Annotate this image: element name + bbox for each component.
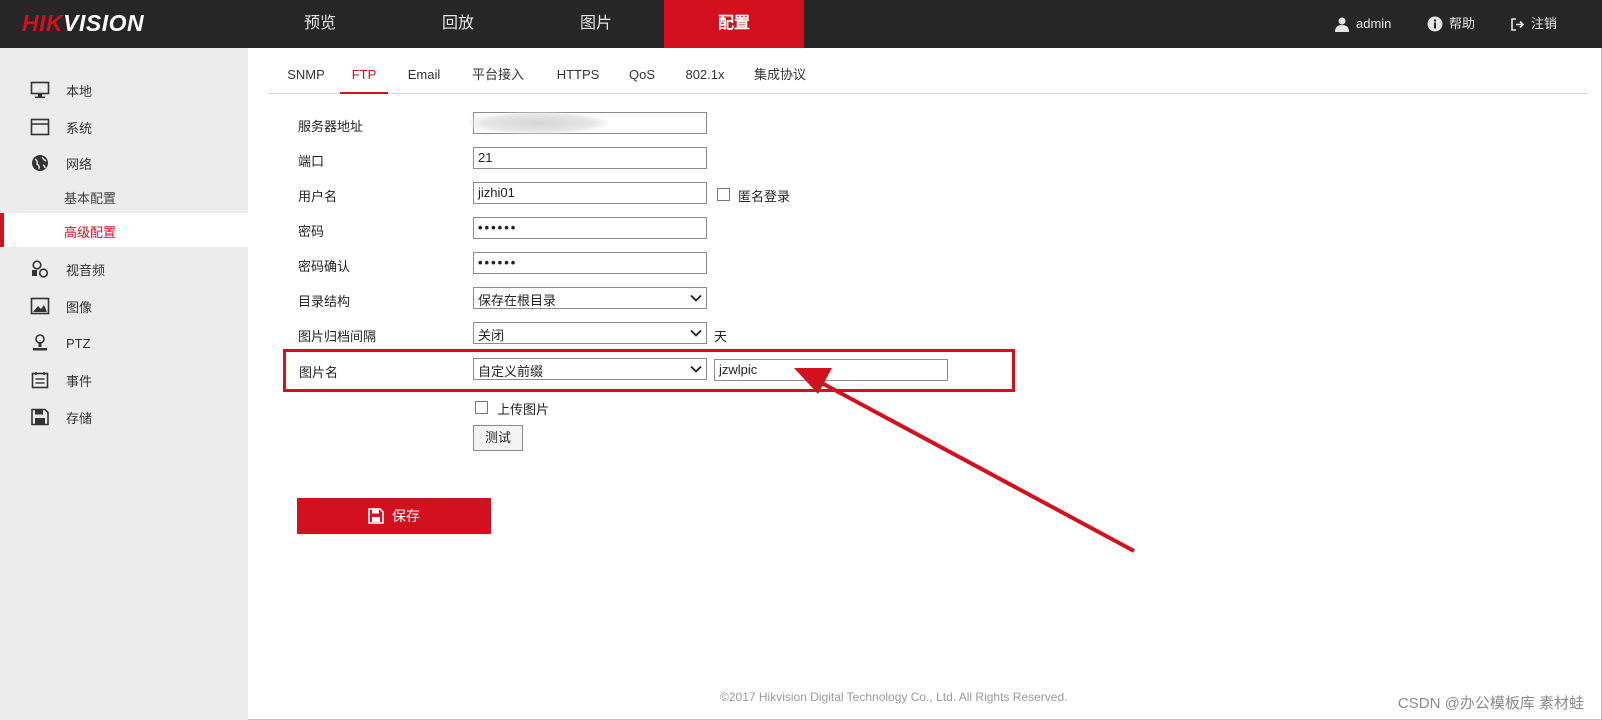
sidebar-item-image[interactable]: 图像: [0, 288, 248, 324]
sidebar-item-label: 系统: [66, 120, 93, 136]
ptz-icon: [33, 334, 47, 351]
sidebar-item-label: 图像: [66, 299, 93, 315]
system-icon: [30, 118, 50, 136]
globe-icon: [32, 155, 48, 171]
archive-interval-select[interactable]: 关闭: [473, 322, 707, 344]
redacted-server-address: [468, 112, 608, 134]
sidebar-item-system[interactable]: 系统: [0, 109, 248, 145]
archive-interval-label: 图片归档间隔: [298, 329, 377, 344]
tab-8021x[interactable]: 802.1x: [680, 64, 730, 94]
username-input[interactable]: jizhi01: [473, 182, 707, 204]
tab-integration-protocol[interactable]: 集成协议: [748, 64, 812, 94]
sidebar-item-label: 本地: [66, 83, 93, 99]
nav-playback[interactable]: 回放: [388, 0, 528, 48]
save-icon: [368, 508, 384, 524]
image-icon: [30, 297, 50, 315]
sidebar-item-video-audio[interactable]: 视音频: [0, 251, 248, 287]
csdn-watermark: CSDN @办公模板库 素材蛙: [1397, 695, 1584, 712]
sidebar-subitem-advanced-config[interactable]: 高级配置: [0, 213, 248, 247]
event-icon: [31, 372, 49, 389]
sidebar-item-label: 存储: [66, 410, 93, 426]
password-input[interactable]: ••••••: [473, 217, 707, 239]
picture-name-mode-select[interactable]: 自定义前缀: [473, 358, 707, 380]
tab-qos[interactable]: QoS: [622, 64, 662, 94]
upload-picture-checkbox[interactable]: [475, 401, 488, 414]
sidebar-subitem-basic-config[interactable]: 基本配置: [0, 179, 248, 213]
sidebar-item-label: 视音频: [66, 262, 106, 278]
chevron-down-icon: [690, 365, 702, 373]
nav-configuration[interactable]: 配置: [664, 0, 804, 48]
save-button[interactable]: 保存: [297, 498, 491, 534]
sidebar-item-label: 网络: [66, 156, 93, 172]
tab-snmp[interactable]: SNMP: [282, 64, 330, 94]
tab-platform-access[interactable]: 平台接入: [468, 64, 528, 94]
tab-ftp[interactable]: FTP: [340, 64, 388, 94]
sidebar-item-label: PTZ: [66, 335, 91, 351]
chevron-down-icon: [690, 329, 702, 337]
upload-picture-label: 上传图片: [497, 402, 550, 417]
anonymous-login-checkbox[interactable]: [717, 188, 730, 201]
media-icon: [32, 260, 49, 278]
picture-name-label: 图片名: [299, 365, 339, 380]
nav-picture[interactable]: 图片: [526, 0, 666, 48]
logout-label: 注销: [1531, 16, 1558, 31]
tab-email[interactable]: Email: [402, 64, 446, 94]
sidebar: 本地 系统 网络 基本配置 高级配置 视音频 图像 PTZ 事件 存储: [0, 48, 248, 720]
anonymous-login-label: 匿名登录: [738, 189, 791, 204]
info-icon: [1427, 16, 1443, 32]
config-tabs: SNMP FTP Email 平台接入 HTTPS QoS 802.1x 集成协…: [268, 64, 1588, 94]
help-label: 帮助: [1449, 16, 1476, 31]
monitor-icon: [30, 81, 50, 99]
directory-structure-label: 目录结构: [298, 294, 351, 309]
sidebar-item-storage[interactable]: 存储: [0, 399, 248, 435]
storage-icon: [31, 408, 49, 426]
chevron-down-icon: [690, 294, 702, 302]
copyright-footer: ©2017 Hikvision Digital Technology Co., …: [720, 690, 1068, 704]
username-label: admin: [1356, 16, 1392, 31]
username-label: 用户名: [298, 189, 338, 204]
password-confirm-input[interactable]: ••••••: [473, 252, 707, 274]
user-icon: [1335, 17, 1349, 32]
test-button[interactable]: 测试: [473, 425, 523, 451]
tab-https[interactable]: HTTPS: [552, 64, 604, 94]
port-label: 端口: [298, 154, 325, 169]
logout-link[interactable]: 注销: [1510, 0, 1557, 48]
save-button-label: 保存: [392, 508, 420, 524]
user-menu[interactable]: admin: [1334, 0, 1391, 48]
top-navigation-bar: HIKVISION 预览 回放 图片 配置 admin 帮助 注销: [0, 0, 1602, 48]
hikvision-logo: HIKVISION: [22, 10, 145, 36]
logout-icon: [1511, 17, 1525, 31]
help-link[interactable]: 帮助: [1427, 0, 1475, 48]
sidebar-item-event[interactable]: 事件: [0, 362, 248, 398]
picture-name-mode-value: 自定义前缀: [478, 364, 544, 379]
picture-name-prefix-input[interactable]: jzwlpic: [714, 359, 948, 381]
directory-structure-select[interactable]: 保存在根目录: [473, 287, 707, 309]
sidebar-item-label: 事件: [66, 373, 93, 389]
sidebar-item-network[interactable]: 网络: [0, 145, 248, 181]
port-input[interactable]: 21: [473, 147, 707, 169]
sidebar-item-local[interactable]: 本地: [0, 72, 248, 108]
password-confirm-label: 密码确认: [298, 259, 351, 274]
archive-interval-value: 关闭: [478, 328, 505, 343]
password-label: 密码: [298, 224, 325, 239]
server-address-label: 服务器地址: [298, 119, 364, 134]
directory-structure-value: 保存在根目录: [478, 293, 557, 308]
nav-preview[interactable]: 预览: [250, 0, 390, 48]
archive-interval-unit: 天: [714, 329, 728, 344]
sidebar-item-ptz[interactable]: PTZ: [0, 325, 248, 361]
